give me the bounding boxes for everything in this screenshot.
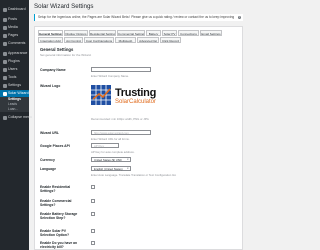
wizard-logo-label: Wizard Logo — [40, 84, 61, 88]
language-label: Language — [40, 167, 57, 171]
wizard-logo-image[interactable]: Trusting SolarCalculator — [91, 83, 161, 113]
logo-title: Trusting — [115, 87, 156, 99]
currency-select[interactable]: United States ($) USD ▾ — [91, 157, 131, 162]
dashboard-icon — [3, 7, 7, 12]
media-icon — [3, 25, 7, 30]
page-title: Solar Wizard Settings — [34, 3, 94, 10]
language-help: Enter Auto Language. Translate Translati… — [91, 172, 177, 177]
wizard-url-help: Enter Wizard URL for all forms. — [91, 136, 130, 141]
tab-api-control[interactable]: Api Control — [64, 37, 83, 43]
company-name-help: Enter Wizard Company Name. — [91, 73, 129, 78]
settings-icon — [3, 83, 7, 88]
enable-battery-checkbox[interactable] — [91, 212, 95, 216]
tab-battery[interactable]: Battery — [146, 30, 161, 36]
currency-label: Currency — [40, 158, 55, 162]
sidebar-item-comments[interactable]: Comments — [0, 40, 29, 47]
language-select[interactable]: English (United States) ▾ — [91, 166, 131, 171]
main-content: Solar Wizard Settings Setup for the Inge… — [29, 0, 250, 250]
enable-battery-label: Enable Battery Storage Selection Step? — [40, 212, 78, 220]
currency-value: United States ($) USD — [94, 158, 122, 162]
sidebar-item-dashboard[interactable]: Dashboard — [0, 6, 29, 13]
tab-click-record[interactable]: Click Record — [160, 37, 181, 43]
sidebar-item-users[interactable]: Users — [0, 66, 29, 73]
enable-pv-label: Enable Solar PV Selection Option? — [40, 229, 70, 237]
collapse-menu[interactable]: Collapse menu — [0, 114, 32, 121]
plugin-icon — [3, 59, 7, 64]
tab-connections[interactable]: Connections — [178, 30, 199, 36]
tab-solar-pv[interactable]: Solar PV — [162, 30, 177, 36]
collapse-icon — [3, 115, 7, 120]
sidebar-item-settings[interactable]: Settings — [0, 82, 29, 89]
tab-residential-settings[interactable]: Residential Settings — [89, 30, 116, 36]
admin-sidebar: Dashboard Posts Media Pages Comments App… — [0, 0, 32, 250]
chevron-down-icon: ▾ — [127, 167, 129, 170]
tab-advanced[interactable]: Advanced list — [137, 37, 159, 43]
solar-panel-icon — [91, 85, 111, 105]
sidebar-item-tools[interactable]: Tools — [0, 74, 29, 81]
chevron-down-icon: ▾ — [127, 158, 129, 161]
dismiss-icon[interactable]: × — [238, 16, 241, 19]
submenu-loan[interactable]: Loan... — [0, 107, 29, 112]
sidebar-item-pages[interactable]: Pages — [0, 32, 29, 39]
enable-commercial-checkbox[interactable] — [91, 199, 95, 203]
google-api-field[interactable]: API Key — [91, 143, 119, 148]
brush-icon — [3, 51, 7, 56]
google-api-help: API key for auto complete address. — [91, 149, 135, 154]
notice-text: Setup for the Ingenious online, the Page… — [38, 15, 234, 19]
logo-subtitle: SolarCalculator — [115, 99, 157, 105]
pin-icon — [3, 17, 7, 22]
enable-residential-checkbox[interactable] — [91, 185, 95, 189]
tab-multistep[interactable]: Multistepb — [115, 37, 136, 43]
page-icon — [3, 33, 7, 38]
google-api-label: Google Places API — [40, 144, 70, 148]
wizard-url-label: Wizard URL — [40, 131, 59, 135]
tab-email-settings[interactable]: Email Settings — [200, 30, 222, 36]
enable-residential-label: Enable Residential Settings? — [40, 185, 71, 193]
notice-banner: Setup for the Ingenious online, the Page… — [34, 14, 243, 21]
company-name-label: Company Name — [40, 68, 66, 72]
tab-integration[interactable]: Integration Add — [38, 37, 63, 43]
tab-commercial-settings[interactable]: Commercial Settings — [117, 30, 145, 36]
settings-panel: General Settings Display Options Residen… — [34, 26, 243, 250]
wizard-url-field[interactable]: http://www.solar-wizard.com — [91, 130, 151, 135]
sidebar-item-media[interactable]: Media — [0, 24, 29, 31]
comment-icon — [3, 41, 7, 46]
enable-bill-checkbox[interactable] — [91, 241, 95, 245]
sidebar-item-plugins[interactable]: Plugins — [0, 58, 29, 65]
sun-icon — [3, 91, 7, 96]
sidebar-item-appearance[interactable]: Appearance — [0, 50, 29, 57]
enable-bill-label: Enable Do you have an electricity bill? — [40, 241, 78, 249]
company-name-field[interactable] — [91, 67, 151, 72]
wizard-url-placeholder: http://www.solar-wizard.com — [94, 131, 129, 135]
enable-commercial-label: Enable Commercial Settings? — [40, 199, 72, 207]
enable-pv-checkbox[interactable] — [91, 229, 95, 233]
tab-display-options[interactable]: Display Options — [64, 30, 88, 36]
section-title: General Settings — [40, 47, 74, 52]
sidebar-item-solar-wizard[interactable]: Solar Wizard — [0, 90, 29, 97]
section-description: Set general information for the Wizard. — [40, 53, 92, 57]
user-icon — [3, 67, 7, 72]
tab-general-settings[interactable]: General Settings — [38, 30, 63, 36]
wizard-logo-help: Recommended: min 100px width, PNG or JPG — [91, 117, 149, 121]
wrench-icon — [3, 75, 7, 80]
google-api-placeholder: API Key — [94, 144, 105, 148]
sidebar-item-posts[interactable]: Posts — [0, 16, 29, 23]
language-value: English (United States) — [94, 167, 123, 171]
tab-cost-configurations[interactable]: Cost Configurations — [84, 37, 114, 43]
